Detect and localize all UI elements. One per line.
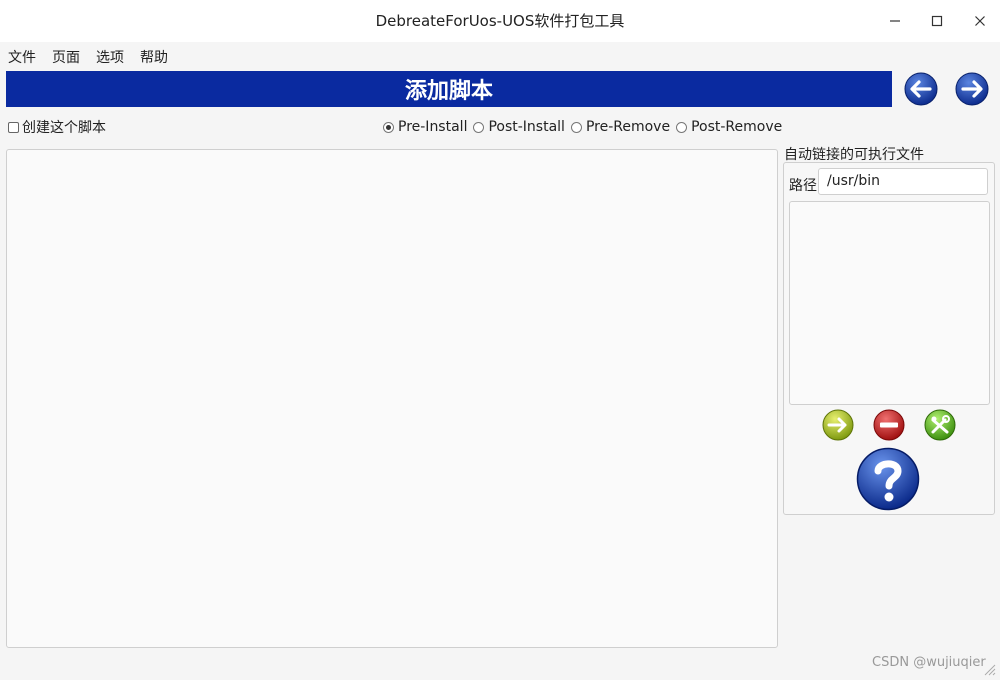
radio-pre-remove[interactable]: Pre-Remove (570, 119, 671, 135)
resize-grip[interactable] (982, 662, 996, 676)
menu-page[interactable]: 页面 (52, 47, 80, 67)
title-bar: DebreateForUos-UOS软件打包工具 (0, 0, 1000, 42)
help-button[interactable] (856, 447, 920, 511)
path-input[interactable]: /usr/bin (818, 168, 988, 195)
forward-button[interactable] (955, 72, 989, 106)
menu-options[interactable]: 选项 (96, 47, 124, 67)
page-banner: 添加脚本 (6, 71, 892, 107)
minimize-button[interactable] (880, 6, 910, 36)
radio-pre-install-label: Pre-Install (398, 119, 468, 135)
radio-post-install-button[interactable] (473, 121, 485, 133)
back-button[interactable] (904, 72, 938, 106)
radio-post-remove-label: Post-Remove (691, 119, 783, 135)
arrow-right-icon (955, 72, 989, 106)
add-arrow-icon (822, 409, 854, 441)
radio-pre-remove-label: Pre-Remove (585, 119, 671, 135)
radio-pre-install[interactable]: Pre-Install (383, 119, 467, 135)
close-icon (975, 16, 985, 26)
watermark: CSDN @wujiuqier (872, 655, 986, 670)
page-title: 添加脚本 (404, 79, 493, 104)
menu-file[interactable]: 文件 (8, 47, 36, 67)
maximize-button[interactable] (922, 6, 952, 36)
help-icon (856, 447, 920, 511)
tools-icon (924, 409, 956, 441)
resize-grip-icon (984, 664, 996, 676)
edit-executable-button[interactable] (924, 409, 956, 441)
executable-list[interactable] (789, 201, 990, 405)
menu-bar: 文件 页面 选项 帮助 (0, 42, 1000, 68)
create-script-checkbox[interactable] (8, 121, 19, 133)
create-script-option[interactable]: 创建这个脚本 (8, 117, 106, 137)
minimize-icon (890, 20, 900, 22)
script-editor[interactable] (6, 149, 778, 648)
radio-post-install[interactable]: Post-Install (473, 119, 565, 135)
arrow-left-icon (904, 72, 938, 106)
add-executable-button[interactable] (822, 409, 854, 441)
radio-post-remove-button[interactable] (676, 121, 688, 133)
remove-executable-button[interactable] (873, 409, 905, 441)
close-button[interactable] (965, 6, 995, 36)
radio-pre-install-button[interactable] (383, 121, 394, 133)
radio-pre-remove-button[interactable] (570, 121, 582, 133)
window-title: DebreateForUos-UOS软件打包工具 (375, 12, 625, 30)
radio-post-install-label: Post-Install (488, 119, 565, 135)
path-label: 路径 (789, 178, 817, 194)
maximize-icon (931, 15, 943, 27)
script-type-group: Pre-Install Post-Install Pre-Remove Post… (383, 117, 788, 137)
autolink-group-title: 自动链接的可执行文件 (784, 147, 924, 163)
create-script-label: 创建这个脚本 (22, 120, 106, 136)
remove-icon (873, 409, 905, 441)
menu-help[interactable]: 帮助 (140, 47, 168, 67)
radio-post-remove[interactable]: Post-Remove (676, 119, 782, 135)
